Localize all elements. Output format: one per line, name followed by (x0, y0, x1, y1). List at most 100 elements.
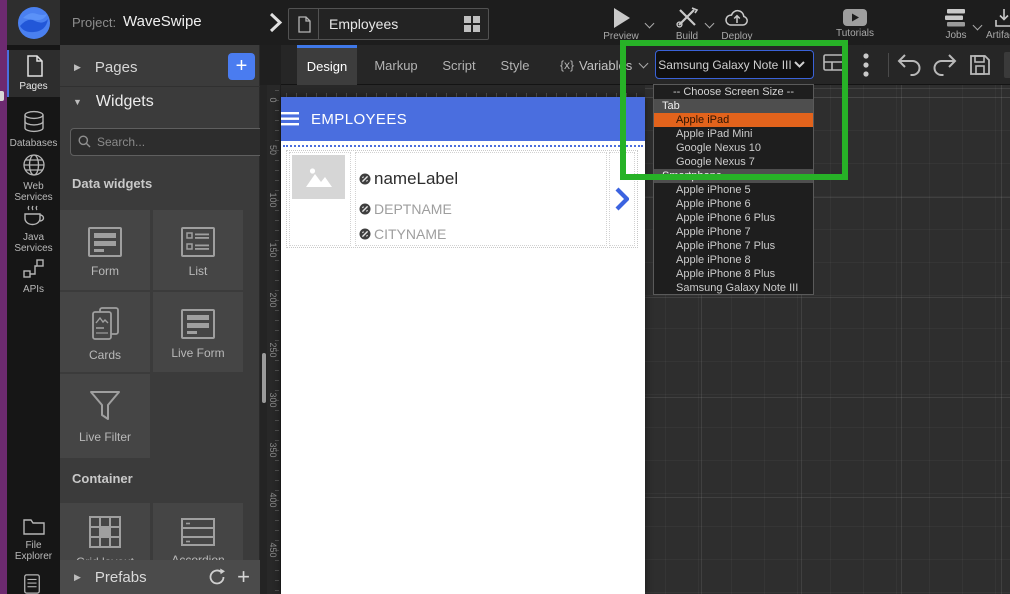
ruler-tick: 300 (268, 389, 278, 411)
deploy-button[interactable]: Deploy (714, 4, 760, 44)
dropdown-option[interactable]: Apple iPhone 7 (654, 225, 813, 239)
widgets-section-header[interactable]: ▼ Widgets (60, 86, 260, 118)
dropdown-option-selected[interactable]: Apple iPad (654, 113, 813, 127)
tab-script[interactable]: Script (433, 45, 485, 85)
layout-panels-icon[interactable] (823, 54, 845, 71)
variables-x-icon: {x} (560, 58, 574, 72)
chevron-right-icon: ▶ (74, 572, 81, 583)
project-label: Project: (72, 15, 116, 30)
dropdown-option[interactable]: Google Nexus 7 (654, 155, 813, 169)
dropdown-option[interactable]: Apple iPhone 6 Plus (654, 211, 813, 225)
clipped-toolbar-icon (1004, 52, 1010, 78)
screen-size-dropdown-list: -- Choose Screen Size -- Tab Apple iPad … (653, 84, 814, 295)
widget-tile-cards[interactable]: Cards (60, 292, 150, 372)
sidebar-item-web-services[interactable]: Web Services (7, 153, 60, 203)
sidebar-item-file-explorer[interactable]: File Explorer (7, 516, 60, 562)
tutorials-label: Tutorials (836, 28, 874, 39)
deploy-cloud-icon (724, 8, 750, 29)
dropdown-option[interactable]: Apple iPad Mini (654, 127, 813, 141)
city-label-text: CITYNAME (374, 226, 446, 242)
app-logo[interactable] (7, 0, 60, 45)
sidebar-item-label: Pages (19, 81, 47, 92)
widget-tile-label: List (189, 264, 208, 278)
artifacts-button[interactable]: Artifacts (982, 4, 1010, 44)
page-tab-label: Employees (319, 16, 464, 32)
dropdown-option[interactable]: Apple iPhone 7 Plus (654, 239, 813, 253)
cards-widget-icon (88, 306, 122, 342)
image-placeholder[interactable] (292, 155, 345, 199)
page-tab-employees[interactable]: Employees (288, 8, 489, 40)
prefabs-header-label: Prefabs (95, 569, 147, 586)
add-prefab-icon[interactable]: + (237, 567, 250, 587)
jobs-label: Jobs (945, 30, 966, 41)
coffee-cup-icon (21, 204, 47, 228)
build-button[interactable]: Build (666, 4, 708, 44)
panel-handle-marker[interactable] (0, 91, 4, 101)
vertical-scrollbar[interactable] (262, 353, 266, 403)
page-content-outline (283, 145, 643, 147)
sidebar-item-label: APIs (23, 284, 44, 295)
tab-markup[interactable]: Markup (365, 45, 427, 85)
wavemaker-logo-icon (17, 6, 51, 40)
app-window: Project: WaveSwipe Employees Preview Bui… (0, 0, 1010, 594)
chevron-right-icon: ▶ (74, 62, 81, 73)
sidebar-item-apis[interactable]: APIs (7, 258, 60, 295)
dropdown-group-tab: Tab (654, 99, 813, 113)
project-name: WaveSwipe (123, 13, 202, 30)
document-icon[interactable] (22, 574, 42, 594)
save-button[interactable] (968, 53, 992, 77)
widget-tile-list[interactable]: List (153, 210, 243, 290)
sidebar-item-label: Java Services (10, 232, 58, 254)
dropdown-option[interactable]: Google Nexus 10 (654, 141, 813, 155)
sidebar-item-databases[interactable]: Databases (7, 110, 60, 149)
select-chevron-icon (794, 61, 805, 68)
sidebar-item-java-services[interactable]: Java Services (7, 204, 60, 254)
tab-style[interactable]: Style (491, 45, 539, 85)
form-widget-icon (87, 226, 123, 258)
widget-tile-live-filter[interactable]: Live Filter (60, 374, 150, 458)
widget-tile-live-form[interactable]: Live Form (153, 292, 243, 372)
jobs-button[interactable]: Jobs (936, 4, 976, 44)
left-edge-stripe (0, 0, 7, 594)
dropdown-option[interactable]: Apple iPhone 8 Plus (654, 267, 813, 281)
refresh-icon[interactable] (207, 567, 227, 587)
dropdown-option[interactable]: Apple iPhone 8 (654, 253, 813, 267)
toolbar-divider (888, 53, 889, 77)
build-tools-icon (675, 7, 699, 29)
dropdown-option[interactable]: Apple iPhone 6 (654, 197, 813, 211)
undo-button[interactable] (897, 53, 922, 77)
chevron-down-icon: ▼ (73, 97, 82, 107)
dropdown-option[interactable]: -- Choose Screen Size -- (654, 85, 813, 99)
sidebar-item-label: File Explorer (9, 540, 59, 562)
ruler-tick: 200 (268, 289, 278, 311)
mobile-navbar[interactable]: EMPLOYEES (281, 97, 645, 141)
widget-tile-label: Cards (89, 348, 121, 362)
more-options-kebab-icon[interactable] (863, 53, 869, 77)
widget-tile-form[interactable]: Form (60, 210, 150, 290)
tab-design[interactable]: Design (297, 45, 357, 85)
dropdown-option[interactable]: Apple iPhone 5 (654, 183, 813, 197)
screen-size-select[interactable]: Samsung Galaxy Note III (655, 50, 814, 79)
hamburger-menu-icon[interactable] (281, 112, 299, 126)
search-icon (78, 135, 91, 148)
add-page-button[interactable]: + (228, 53, 255, 80)
dept-label-field[interactable]: DEPTNAME (359, 201, 452, 217)
search-input[interactable] (70, 128, 274, 156)
list-item-chevron-cell[interactable] (609, 152, 635, 246)
redo-button[interactable] (932, 53, 957, 77)
prefabs-section-header[interactable]: ▶ Prefabs + (60, 560, 260, 594)
preview-button[interactable]: Preview (598, 4, 644, 44)
pages-header-label: Pages (95, 59, 138, 76)
city-label-field[interactable]: CITYNAME (359, 226, 446, 242)
breadcrumb-chevron-icon (268, 12, 283, 33)
sidebar-item-pages[interactable]: Pages (7, 55, 60, 92)
name-label-field[interactable]: nameLabel (359, 169, 458, 189)
sidebar-item-label: Databases (10, 138, 58, 149)
api-nodes-icon (22, 258, 46, 280)
tutorials-button[interactable]: Tutorials (830, 4, 880, 44)
globe-icon (22, 153, 46, 177)
dropdown-option[interactable]: Samsung Galaxy Note III (654, 281, 813, 295)
variables-button[interactable]: {x} Variables (560, 45, 647, 85)
page-grid-icon[interactable] (464, 16, 480, 32)
pages-file-icon (24, 55, 44, 77)
